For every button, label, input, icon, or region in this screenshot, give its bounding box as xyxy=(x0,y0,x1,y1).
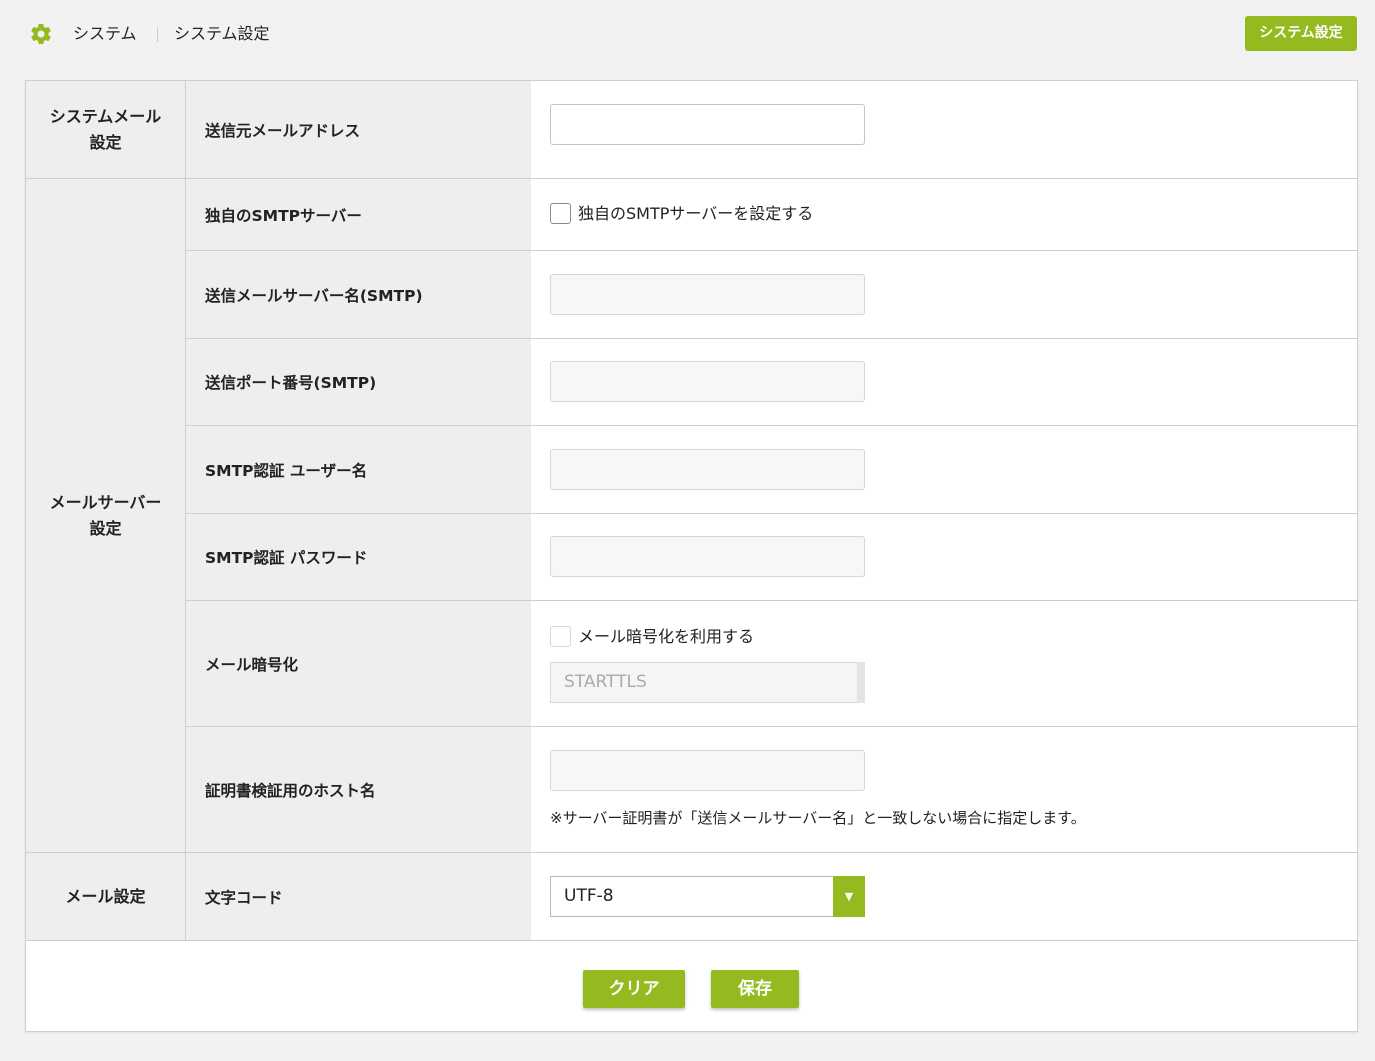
row-own-smtp: 独自のSMTPサーバーを設定する xyxy=(531,179,1357,251)
settings-panel: システムメール 設定 送信元メールアドレス メールサーバー 設定 独自のSMTP… xyxy=(25,80,1358,1032)
from-address-input[interactable] xyxy=(550,104,865,145)
cert-host-note: ※サーバー証明書が「送信メールサーバー名」と一致しない場合に指定します。 xyxy=(550,809,1086,827)
label-charset: 文字コード xyxy=(186,853,531,941)
page-header: システム システム設定 システム設定 xyxy=(0,0,1375,70)
row-encryption: メール暗号化を利用する STARTTLS xyxy=(531,601,1357,727)
breadcrumb-system[interactable]: システム xyxy=(73,24,137,44)
smtp-password-input[interactable] xyxy=(550,536,865,577)
own-smtp-checkbox-label[interactable]: 独自のSMTPサーバーを設定する xyxy=(578,203,813,224)
smtp-port-input[interactable] xyxy=(550,361,865,402)
encryption-select-arrow xyxy=(857,662,865,703)
breadcrumb-system-settings: システム設定 xyxy=(174,24,270,43)
label-encryption: メール暗号化 xyxy=(186,601,531,727)
encryption-checkbox-label[interactable]: メール暗号化を利用する xyxy=(578,626,754,647)
charset-select[interactable]: UTF-8 ▼ xyxy=(550,876,865,917)
row-smtp-user xyxy=(531,426,1357,514)
row-charset: UTF-8 ▼ xyxy=(531,853,1357,941)
cert-host-input[interactable] xyxy=(550,750,865,791)
gear-icon xyxy=(31,24,51,45)
smtp-host-input[interactable] xyxy=(550,274,865,315)
chevron-down-icon[interactable]: ▼ xyxy=(833,876,865,917)
row-smtp-pass xyxy=(531,514,1357,601)
encryption-select-value: STARTTLS xyxy=(564,672,647,692)
label-smtp-pass: SMTP認証 パスワード xyxy=(186,514,531,601)
label-smtp-port: 送信ポート番号(SMTP) xyxy=(186,339,531,426)
group-mail-settings: メール設定 xyxy=(26,853,186,941)
clear-button[interactable]: クリア xyxy=(583,970,685,1008)
row-smtp-port xyxy=(531,339,1357,426)
encryption-select[interactable]: STARTTLS xyxy=(550,662,865,703)
system-settings-button[interactable]: システム設定 xyxy=(1245,16,1357,51)
label-from-address: 送信元メールアドレス xyxy=(186,81,531,179)
smtp-user-input[interactable] xyxy=(550,449,865,490)
row-smtp-host xyxy=(531,251,1357,339)
row-from-address xyxy=(531,81,1357,179)
breadcrumb-divider xyxy=(157,27,158,42)
charset-select-value: UTF-8 xyxy=(564,886,614,906)
label-smtp-user: SMTP認証 ユーザー名 xyxy=(186,426,531,514)
group-system-mail: システムメール 設定 xyxy=(26,81,186,179)
row-cert-host: ※サーバー証明書が「送信メールサーバー名」と一致しない場合に指定します。 xyxy=(531,727,1357,853)
save-button[interactable]: 保存 xyxy=(711,970,799,1008)
encryption-checkbox[interactable] xyxy=(550,626,571,647)
label-smtp-host: 送信メールサーバー名(SMTP) xyxy=(186,251,531,339)
own-smtp-checkbox[interactable] xyxy=(550,203,571,224)
label-cert-host: 証明書検証用のホスト名 xyxy=(186,727,531,853)
label-own-smtp: 独自のSMTPサーバー xyxy=(186,179,531,251)
group-mail-server: メールサーバー 設定 xyxy=(26,179,186,853)
